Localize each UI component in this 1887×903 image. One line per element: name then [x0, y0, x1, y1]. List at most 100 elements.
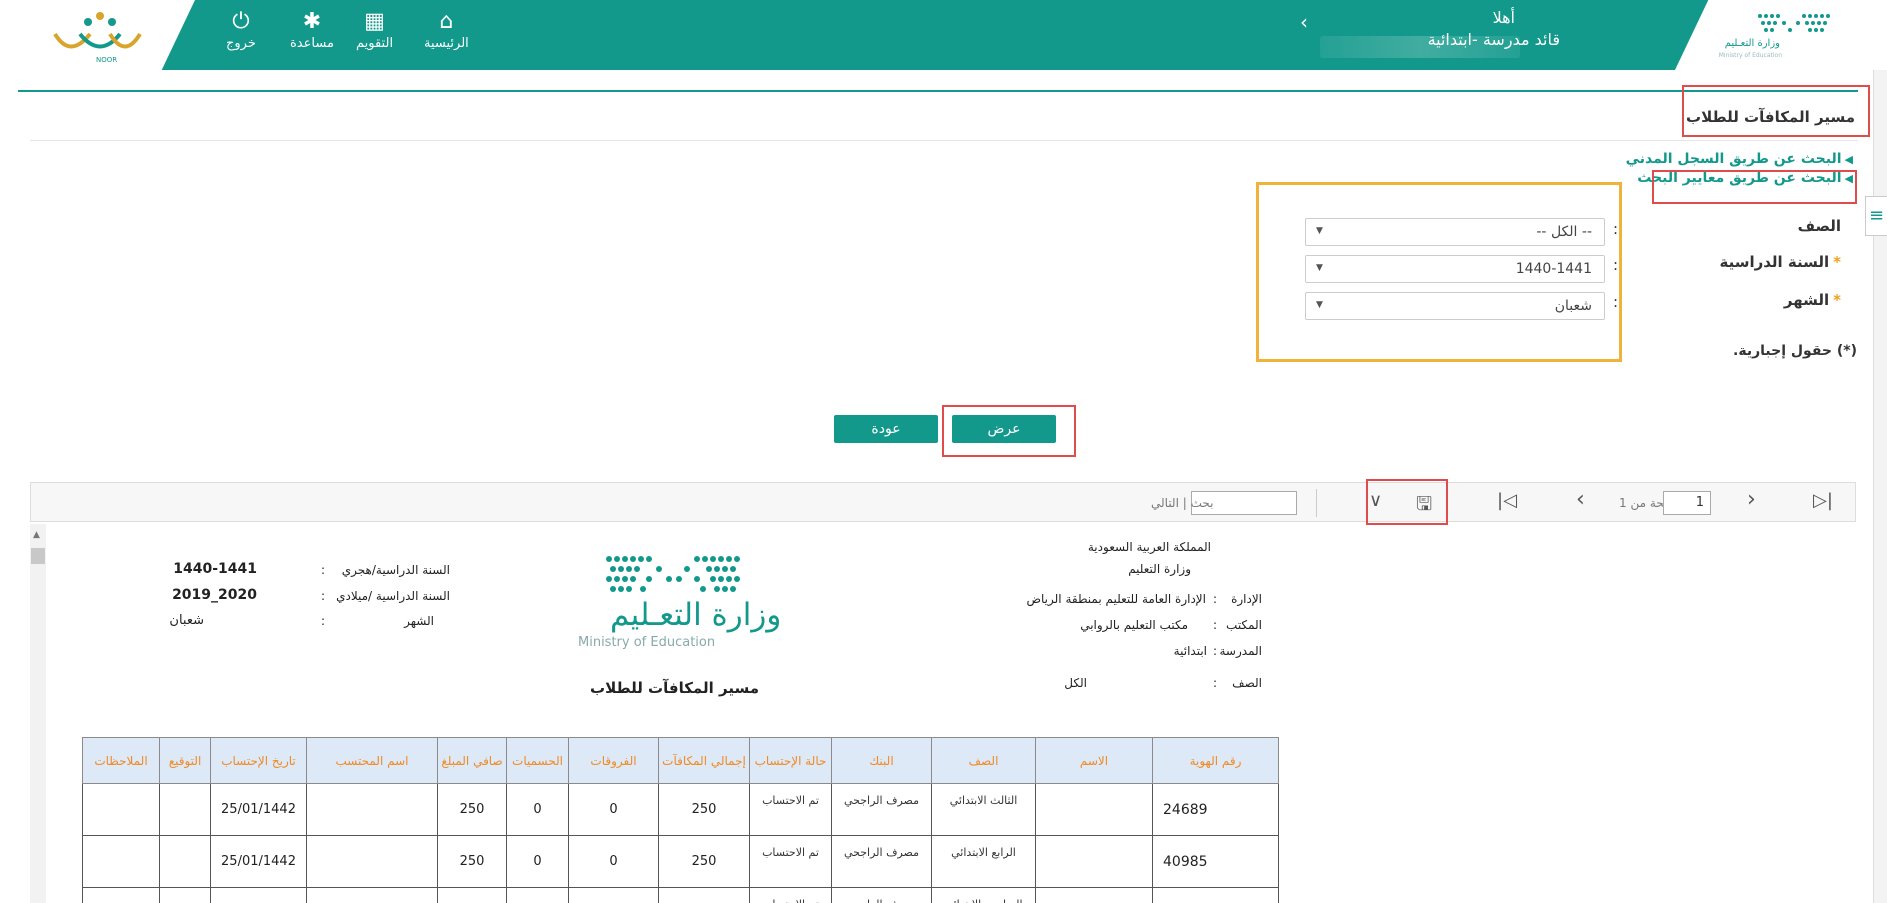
cell-notes	[82, 835, 160, 888]
cell-status: تم الاحتساب	[749, 783, 832, 836]
cell-total: 250	[658, 835, 750, 888]
cell-date: 25/01/1442	[210, 783, 307, 836]
nav-calendar[interactable]: ▦ التقويم	[356, 9, 394, 52]
info-grade-colon: :	[1212, 676, 1217, 690]
home-icon: ⌂	[439, 9, 454, 34]
cell-total	[658, 887, 750, 903]
col-name: الاسم	[1035, 737, 1153, 784]
table-header-row: رقم الهوية الاسم الصف البنك حالة الإحتسا…	[82, 737, 1279, 784]
cell-bank: مصرف الراجحي	[831, 887, 932, 903]
triangle-left-icon: ◀	[1844, 153, 1853, 166]
back-button[interactable]: عودة	[834, 415, 938, 443]
info-ministry: وزارة التعليم	[1128, 562, 1191, 576]
ministry-logo-en: Ministry of Education	[1718, 52, 1782, 59]
top-navigation-bar: NOOR ⏻ خروج ✱ مساعدة ▦ التقويم ⌂ الرئيسي…	[10, 0, 1860, 70]
save-icon-highlight	[1366, 479, 1448, 525]
cell-name	[1035, 783, 1153, 836]
info-month-label: الشهر	[404, 614, 434, 628]
table-row: 24689 الثالث الابتدائي مصرف الراجحي تم ا…	[82, 783, 1279, 836]
cell-notes	[82, 783, 160, 836]
cell-grade: السادس الابتدائي	[931, 887, 1036, 903]
cell-grade: الرابع الابتدائي	[931, 835, 1036, 888]
info-admin-value: الإدارة العامة للتعليم بمنطقة الرياض	[1026, 592, 1206, 606]
noor-logo[interactable]: NOOR	[10, 0, 195, 70]
dropdown-arrow-icon: ▼	[1316, 263, 1323, 273]
report-title: مسير المكافآت للطلاب	[590, 679, 759, 697]
info-hijri-label: السنة الدراسية/هجري	[341, 563, 450, 577]
power-icon: ⏻	[232, 9, 250, 34]
noor-logo-text: NOOR	[96, 56, 118, 64]
cell-diff: 0	[568, 835, 659, 888]
info-hijri-value: 1440-1441	[173, 561, 257, 577]
show-button-highlight	[942, 405, 1076, 457]
cell-date	[210, 887, 307, 903]
col-bank: البنك	[831, 737, 932, 784]
info-grade-label: الصف	[1232, 676, 1262, 690]
cell-id: 53964	[1152, 887, 1279, 903]
next-page-icon[interactable]: ›	[1747, 487, 1756, 512]
scroll-up-icon[interactable]: ▲	[33, 530, 40, 540]
search-by-civil-record-link[interactable]: ◀البحث عن طريق السجل المدني	[1626, 151, 1853, 167]
school-year-select[interactable]: 1440-1441 ▼	[1305, 255, 1605, 283]
grade-select-value: -- الكل --	[1536, 224, 1592, 240]
info-admin-label: الإدارة	[1231, 592, 1262, 606]
user-role-text: قائد مدرسة -ابتدائية	[1427, 30, 1560, 49]
col-sign: التوقيع	[159, 737, 211, 784]
grade-select[interactable]: -- الكل -- ▼	[1305, 218, 1605, 246]
nav-calendar-label: التقويم	[356, 36, 394, 51]
required-asterisk: *	[1833, 291, 1841, 309]
school-year-select-value: 1440-1441	[1515, 261, 1592, 277]
cell-bank: مصرف الراجحي	[831, 783, 932, 836]
school-year-label: *السنة الدراسية	[1719, 253, 1841, 271]
first-page-icon[interactable]: |◁	[1497, 490, 1517, 511]
gear-icon: ✱	[302, 9, 322, 34]
cell-calc-by	[306, 783, 438, 836]
col-id: رقم الهوية	[1152, 737, 1279, 784]
cell-total: 250	[658, 783, 750, 836]
info-gregorian-colon: :	[320, 589, 325, 603]
cell-name	[1035, 835, 1153, 888]
school-year-colon: :	[1613, 256, 1619, 274]
page-scrollbar[interactable]	[1873, 70, 1887, 903]
report-scrollbar[interactable]: ▲	[30, 524, 46, 903]
last-page-icon[interactable]: ▷|	[1813, 490, 1833, 511]
table-row: 40985 الرابع الابتدائي مصرف الراجحي تم ا…	[82, 835, 1279, 888]
col-notes: الملاحظات	[82, 737, 160, 784]
nav-home[interactable]: ⌂ الرئيسية	[424, 9, 469, 52]
dropdown-arrow-icon: ▼	[1316, 226, 1323, 236]
noor-logo-icon	[53, 12, 142, 49]
month-select[interactable]: شعبان ▼	[1305, 292, 1605, 320]
calendar-icon: ▦	[364, 9, 385, 34]
grade-label: الصف	[1797, 217, 1841, 235]
ministry-logo: وزارة التعـليم Ministry of Education	[1675, 0, 1860, 70]
user-menu-chevron[interactable]: ‹	[1300, 10, 1308, 34]
month-colon: :	[1613, 293, 1619, 311]
info-hijri-colon: :	[320, 563, 325, 577]
month-label: *الشهر	[1783, 291, 1841, 309]
info-grade-value: الكل	[1064, 676, 1087, 690]
col-deduct: الحسميات	[506, 737, 569, 784]
cell-id: 24689	[1152, 783, 1279, 836]
cell-grade: الثالث الابتدائي	[931, 783, 1036, 836]
find-next-link[interactable]: بحث | التالي	[1151, 496, 1213, 510]
scroll-thumb[interactable]	[31, 548, 45, 564]
cell-net	[437, 887, 507, 903]
ministry-logo-english: Ministry of Education	[578, 635, 716, 650]
info-school-value: ابتدائية	[1173, 644, 1207, 658]
cell-diff: 0	[568, 783, 659, 836]
nav-logout[interactable]: ⏻ خروج	[226, 9, 256, 52]
cell-calc-by	[306, 887, 438, 903]
info-office-value: مكتب التعليم بالروابي	[1080, 618, 1188, 632]
ministry-logo-arabic: وزارة التعـليم	[610, 597, 782, 633]
cell-status: تم الاحتساب	[749, 887, 832, 903]
ministry-dots-logo-icon	[606, 556, 740, 592]
previous-page-icon[interactable]: ‹	[1576, 487, 1585, 512]
nav-home-label: الرئيسية	[424, 36, 469, 51]
required-fields-note: (*) حقول إجبارية.	[1733, 343, 1857, 359]
info-office-colon: :	[1212, 618, 1217, 632]
nav-help[interactable]: ✱ مساعدة	[290, 9, 334, 52]
cell-name	[1035, 887, 1153, 903]
cell-sign	[159, 783, 211, 836]
side-menu-toggle-icon[interactable]: ≡	[1865, 196, 1887, 236]
page-number-input[interactable]: 1	[1663, 491, 1711, 515]
